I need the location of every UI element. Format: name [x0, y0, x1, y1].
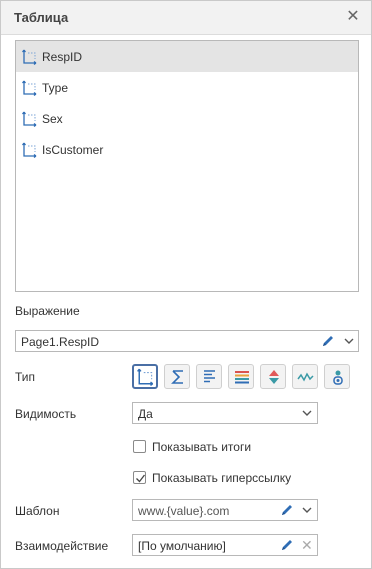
checkmark-icon: [136, 474, 146, 483]
field-label: Type: [42, 81, 69, 95]
template-label: Шаблон: [15, 504, 60, 518]
panel-header: Таблица ✕: [1, 1, 371, 35]
align-left-button[interactable]: [196, 364, 222, 389]
field-icon: [22, 142, 37, 158]
field-list[interactable]: RespID Type Sex IsCustomer: [15, 40, 359, 292]
chevron-down-icon[interactable]: [301, 407, 313, 419]
sort-icon: [269, 370, 279, 384]
interaction-label: Взаимодействие: [15, 539, 109, 553]
template-value: www.{value}.com: [138, 504, 230, 518]
indicator-icon: [333, 370, 343, 385]
indicator-button[interactable]: [324, 364, 350, 389]
list-item[interactable]: RespID: [16, 41, 358, 72]
expression-label: Выражение: [15, 304, 80, 318]
field-type-button[interactable]: [132, 364, 158, 389]
list-item[interactable]: Sex: [16, 103, 358, 134]
list-item[interactable]: IsCustomer: [16, 134, 358, 165]
show-hyperlink-label: Показывать гиперссылку: [152, 471, 292, 485]
table-settings-panel: Таблица ✕ RespID Type Sex IsCustomer Выр…: [0, 0, 372, 569]
interaction-value: [По умолчанию]: [138, 539, 226, 553]
expression-field[interactable]: Page1.RespID: [15, 330, 359, 352]
align-left-icon: [204, 370, 215, 383]
visibility-select[interactable]: Да: [132, 402, 318, 424]
sparkline-icon: [297, 372, 314, 382]
type-label: Тип: [15, 370, 36, 384]
interaction-field[interactable]: [По умолчанию] ✕: [132, 534, 318, 556]
field-icon: [22, 80, 37, 96]
pencil-icon[interactable]: [321, 334, 335, 348]
visibility-value: Да: [138, 407, 153, 421]
show-totals-checkbox[interactable]: [133, 440, 146, 453]
pencil-icon[interactable]: [280, 503, 294, 517]
table-rows-button[interactable]: [228, 364, 254, 389]
clear-icon[interactable]: ✕: [301, 537, 313, 553]
panel-title: Таблица: [14, 10, 69, 25]
field-label: IsCustomer: [42, 143, 104, 157]
field-icon: [22, 111, 37, 127]
sum-button[interactable]: [164, 364, 190, 389]
rows-icon: [235, 371, 249, 384]
field-label: Sex: [42, 112, 63, 126]
field-icon: [22, 49, 37, 65]
show-hyperlink-checkbox[interactable]: [133, 471, 146, 484]
sparkline-button[interactable]: [292, 364, 318, 389]
pencil-icon[interactable]: [280, 538, 294, 552]
sigma-icon: [171, 370, 183, 384]
sort-button[interactable]: [260, 364, 286, 389]
chevron-down-icon[interactable]: [343, 335, 355, 347]
expression-value: Page1.RespID: [21, 335, 100, 349]
chevron-down-icon[interactable]: [301, 504, 313, 516]
visibility-label: Видимость: [15, 407, 77, 421]
field-icon: [137, 368, 154, 386]
field-label: RespID: [42, 50, 83, 64]
show-totals-label: Показывать итоги: [152, 440, 252, 454]
close-icon[interactable]: ✕: [345, 8, 361, 26]
template-field[interactable]: www.{value}.com: [132, 499, 318, 521]
list-item[interactable]: Type: [16, 72, 358, 103]
